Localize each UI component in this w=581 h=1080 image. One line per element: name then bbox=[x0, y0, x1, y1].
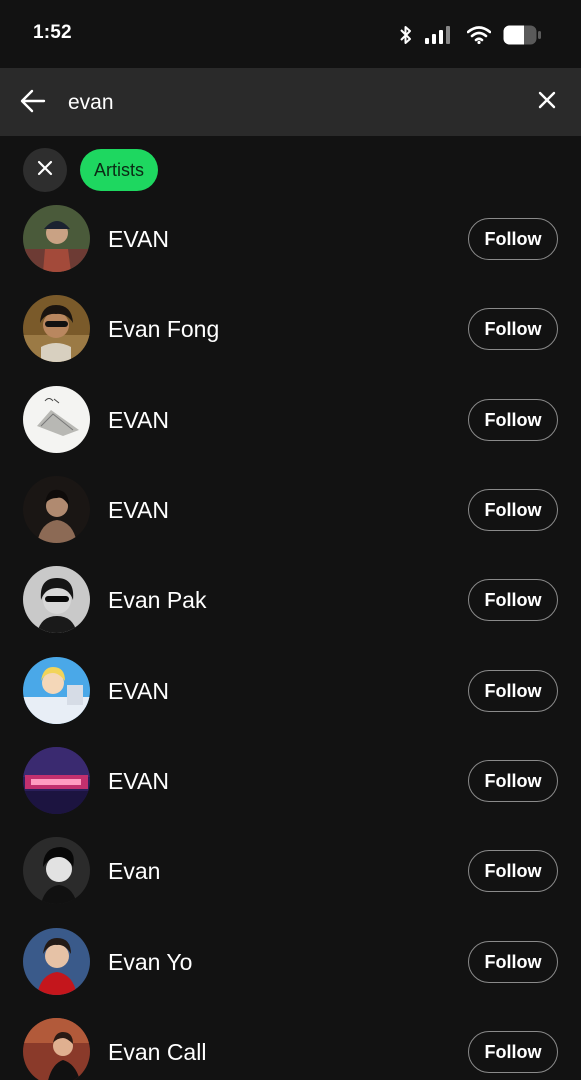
artist-name: Evan bbox=[108, 858, 161, 884]
artist-avatar bbox=[23, 205, 90, 272]
artist-name: Evan Fong bbox=[108, 316, 220, 342]
follow-button[interactable]: Follow bbox=[468, 489, 558, 531]
artist-avatar bbox=[23, 657, 90, 724]
cellular-signal-icon bbox=[425, 26, 455, 44]
artist-row[interactable]: EVAN Follow bbox=[0, 375, 581, 465]
artist-avatar bbox=[23, 837, 90, 904]
artist-avatar bbox=[23, 566, 90, 633]
artist-avatar bbox=[23, 747, 90, 814]
artist-row[interactable]: EVAN Follow bbox=[0, 736, 581, 826]
status-time: 1:52 bbox=[33, 22, 72, 43]
artist-row[interactable]: Evan Yo Follow bbox=[0, 917, 581, 1007]
artist-name: EVAN bbox=[108, 226, 169, 252]
filter-chip-artists[interactable]: Artists bbox=[80, 149, 159, 191]
artist-row[interactable]: EVAN Follow bbox=[0, 194, 581, 284]
artist-name: EVAN bbox=[108, 407, 169, 433]
filter-chips: Artists bbox=[0, 148, 581, 194]
follow-button[interactable]: Follow bbox=[468, 218, 558, 260]
artist-row[interactable]: Evan Pak Follow bbox=[0, 555, 581, 645]
clear-filter-button[interactable] bbox=[23, 148, 67, 192]
artist-name: EVAN bbox=[108, 678, 169, 704]
search-input[interactable] bbox=[68, 88, 508, 118]
artist-name: Evan Yo bbox=[108, 949, 193, 975]
follow-button[interactable]: Follow bbox=[468, 670, 558, 712]
artist-row[interactable]: EVAN Follow bbox=[0, 646, 581, 736]
artist-row[interactable]: Evan Follow bbox=[0, 826, 581, 916]
follow-button[interactable]: Follow bbox=[468, 941, 558, 983]
artist-avatar bbox=[23, 386, 90, 453]
wifi-icon bbox=[467, 26, 491, 44]
artist-avatar bbox=[23, 1018, 90, 1080]
search-bar bbox=[0, 68, 581, 136]
artist-name: EVAN bbox=[108, 497, 169, 523]
follow-button[interactable]: Follow bbox=[468, 308, 558, 350]
artist-avatar bbox=[23, 476, 90, 543]
battery-icon bbox=[503, 25, 541, 45]
back-button[interactable] bbox=[18, 88, 48, 118]
arrow-left-icon bbox=[20, 89, 46, 118]
follow-button[interactable]: Follow bbox=[468, 579, 558, 621]
artist-row[interactable]: Evan Call Follow bbox=[0, 1007, 581, 1080]
clear-search-button[interactable] bbox=[535, 90, 559, 114]
status-icons bbox=[399, 24, 541, 46]
artist-name: Evan Pak bbox=[108, 587, 207, 613]
close-icon bbox=[37, 160, 53, 181]
artist-name: EVAN bbox=[108, 768, 169, 794]
artist-avatar bbox=[23, 295, 90, 362]
bluetooth-icon bbox=[399, 25, 413, 45]
results-list: EVAN Follow Evan Fong Follow EVAN Follow… bbox=[0, 194, 581, 1080]
status-bar: 1:52 bbox=[0, 0, 581, 68]
follow-button[interactable]: Follow bbox=[468, 850, 558, 892]
artist-name: Evan Call bbox=[108, 1039, 207, 1065]
follow-button[interactable]: Follow bbox=[468, 1031, 558, 1073]
follow-button[interactable]: Follow bbox=[468, 760, 558, 802]
artist-avatar bbox=[23, 928, 90, 995]
follow-button[interactable]: Follow bbox=[468, 399, 558, 441]
artist-row[interactable]: Evan Fong Follow bbox=[0, 284, 581, 374]
artist-row[interactable]: EVAN Follow bbox=[0, 465, 581, 555]
close-icon bbox=[538, 91, 556, 114]
